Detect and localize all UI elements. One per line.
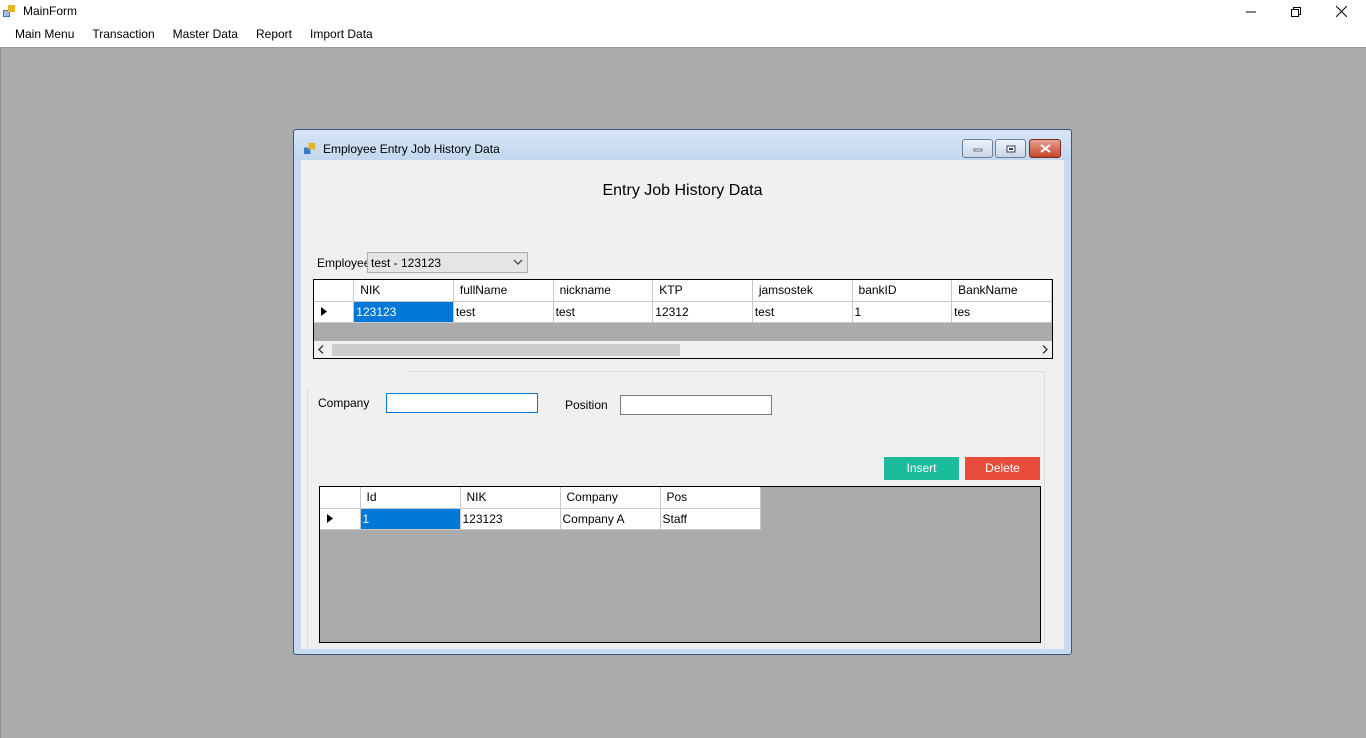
job-history-window: Employee Entry Job History Data Entry Jo… xyxy=(293,129,1072,655)
column-header[interactable]: Id xyxy=(360,487,461,509)
child-titlebar[interactable]: Employee Entry Job History Data xyxy=(294,130,1071,160)
row-header-corner xyxy=(320,487,361,509)
groupbox-border xyxy=(407,371,1044,372)
scrollbar-thumb[interactable] xyxy=(332,344,680,356)
menu-import-data[interactable]: Import Data xyxy=(301,23,382,46)
scroll-right-icon[interactable] xyxy=(1042,345,1048,354)
table-cell[interactable]: 1 xyxy=(852,301,953,323)
row-header-corner xyxy=(314,280,355,302)
position-label: Position xyxy=(565,398,608,412)
table-cell[interactable]: 123123 xyxy=(353,301,454,323)
column-header[interactable]: jamsostek xyxy=(752,280,853,302)
table-row[interactable]: 1 123123 Company A Staff xyxy=(320,508,761,530)
horizontal-scrollbar[interactable] xyxy=(314,341,1052,358)
menu-transaction[interactable]: Transaction xyxy=(83,23,163,46)
app-icon xyxy=(304,142,316,155)
insert-button[interactable]: Insert xyxy=(884,457,959,480)
menu-bar: Main Menu Transaction Master Data Report… xyxy=(0,23,1366,46)
restore-button[interactable] xyxy=(1273,0,1319,23)
job-history-grid-table: Id NIK Company Pos 1 123123 Company A St… xyxy=(320,487,761,530)
main-window-title: MainForm xyxy=(23,4,78,18)
groupbox-border xyxy=(1044,371,1045,649)
table-cell[interactable]: 12312 xyxy=(652,301,753,323)
row-pointer-icon xyxy=(327,514,333,523)
restore-icon xyxy=(1291,6,1301,17)
minimize-icon xyxy=(1246,11,1256,12)
menu-report[interactable]: Report xyxy=(247,23,301,46)
app-icon xyxy=(3,5,15,17)
row-header[interactable] xyxy=(314,301,355,323)
table-cell[interactable]: test xyxy=(553,301,654,323)
child-window-title: Employee Entry Job History Data xyxy=(323,142,500,156)
main-titlebar: MainForm xyxy=(0,0,1366,23)
restore-icon xyxy=(1006,145,1015,152)
minimize-icon xyxy=(973,148,982,151)
employee-label: Employee xyxy=(317,256,371,270)
table-cell[interactable]: test xyxy=(752,301,853,323)
column-header[interactable]: KTP xyxy=(652,280,753,302)
close-icon xyxy=(1335,6,1347,17)
table-cell[interactable]: tes xyxy=(951,301,1052,323)
job-history-grid[interactable]: Id NIK Company Pos 1 123123 Company A St… xyxy=(319,486,1041,643)
column-header[interactable]: Company xyxy=(560,487,661,509)
table-cell[interactable]: Staff xyxy=(660,508,761,530)
close-icon xyxy=(1039,144,1051,153)
table-cell[interactable]: 123123 xyxy=(460,508,561,530)
employee-grid-table: NIK fullName nickname KTP jamsostek bank… xyxy=(314,280,1052,323)
employee-grid-header: NIK fullName nickname KTP jamsostek bank… xyxy=(314,280,1052,302)
table-cell[interactable]: 1 xyxy=(360,508,461,530)
column-header[interactable]: BankName xyxy=(951,280,1052,302)
column-header[interactable]: NIK xyxy=(353,280,454,302)
employee-combobox-value: test - 123123 xyxy=(371,256,442,270)
table-row[interactable]: 123123 test test 12312 test 1 tes xyxy=(314,301,1052,323)
position-input[interactable] xyxy=(620,395,772,415)
company-input[interactable] xyxy=(386,393,538,413)
row-pointer-icon xyxy=(321,307,327,316)
column-header[interactable]: NIK xyxy=(460,487,561,509)
dropdown-arrow-icon xyxy=(513,259,523,265)
menu-master-data[interactable]: Master Data xyxy=(164,23,247,46)
employee-grid[interactable]: NIK fullName nickname KTP jamsostek bank… xyxy=(313,279,1053,359)
minimize-button[interactable] xyxy=(1228,0,1274,23)
column-header[interactable]: bankID xyxy=(852,280,953,302)
column-header[interactable]: nickname xyxy=(553,280,654,302)
close-button[interactable] xyxy=(1318,0,1364,23)
menu-main-menu[interactable]: Main Menu xyxy=(6,23,83,46)
column-header[interactable]: fullName xyxy=(453,280,554,302)
child-restore-button[interactable] xyxy=(995,139,1026,158)
child-close-button[interactable] xyxy=(1029,139,1061,158)
form-client-area: Entry Job History Data Employee test - 1… xyxy=(301,160,1064,649)
scroll-left-icon[interactable] xyxy=(318,345,324,354)
child-minimize-button[interactable] xyxy=(962,139,993,158)
company-label: Company xyxy=(318,396,370,410)
form-heading: Entry Job History Data xyxy=(602,182,763,199)
groupbox-border xyxy=(307,388,308,649)
column-header[interactable]: Pos xyxy=(660,487,761,509)
row-header[interactable] xyxy=(320,508,361,530)
job-history-grid-header: Id NIK Company Pos xyxy=(320,487,761,509)
employee-combobox[interactable]: test - 123123 xyxy=(367,252,528,273)
table-cell[interactable]: Company A xyxy=(560,508,661,530)
table-cell[interactable]: test xyxy=(453,301,554,323)
delete-button[interactable]: Delete xyxy=(965,457,1040,480)
